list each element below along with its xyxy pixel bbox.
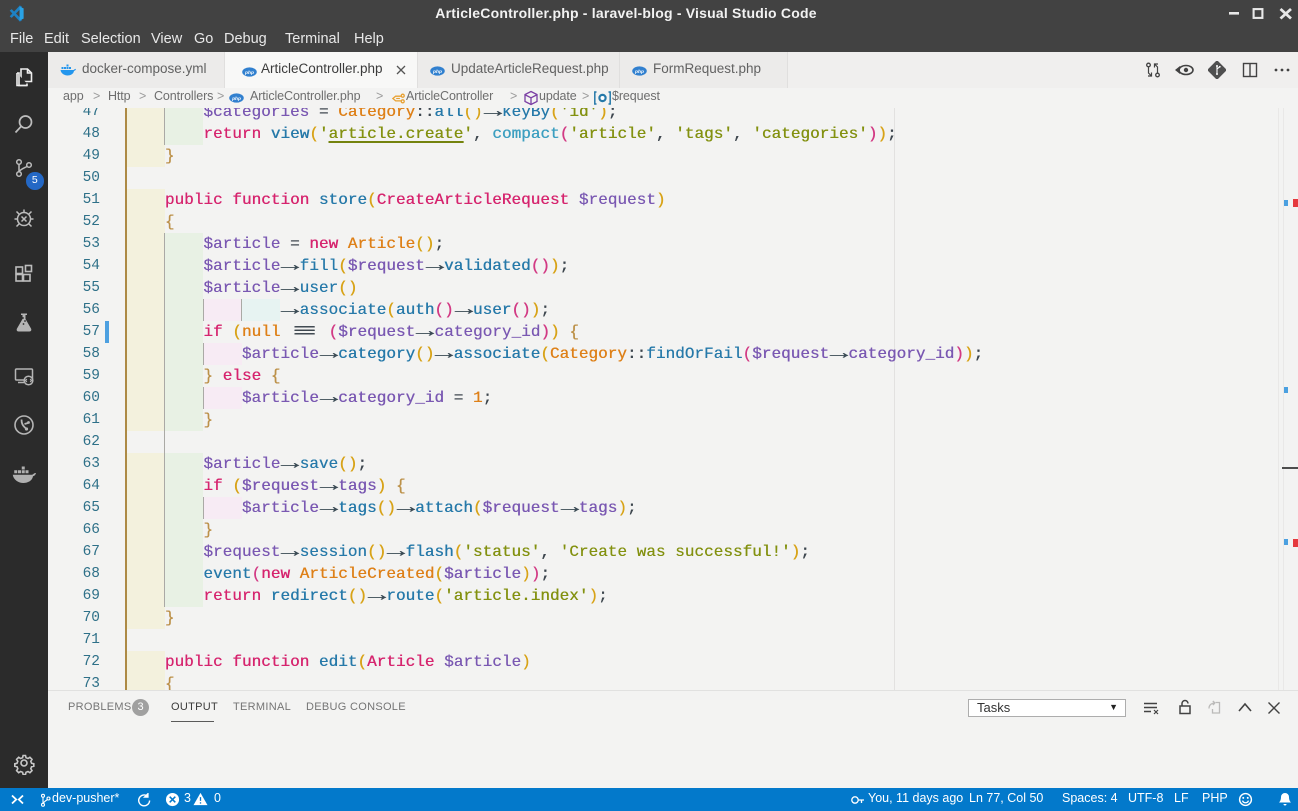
svg-text:php: php: [432, 69, 442, 75]
svg-text:php: php: [634, 69, 644, 75]
svg-text:php: php: [231, 96, 241, 102]
svg-text:php: php: [244, 70, 254, 76]
